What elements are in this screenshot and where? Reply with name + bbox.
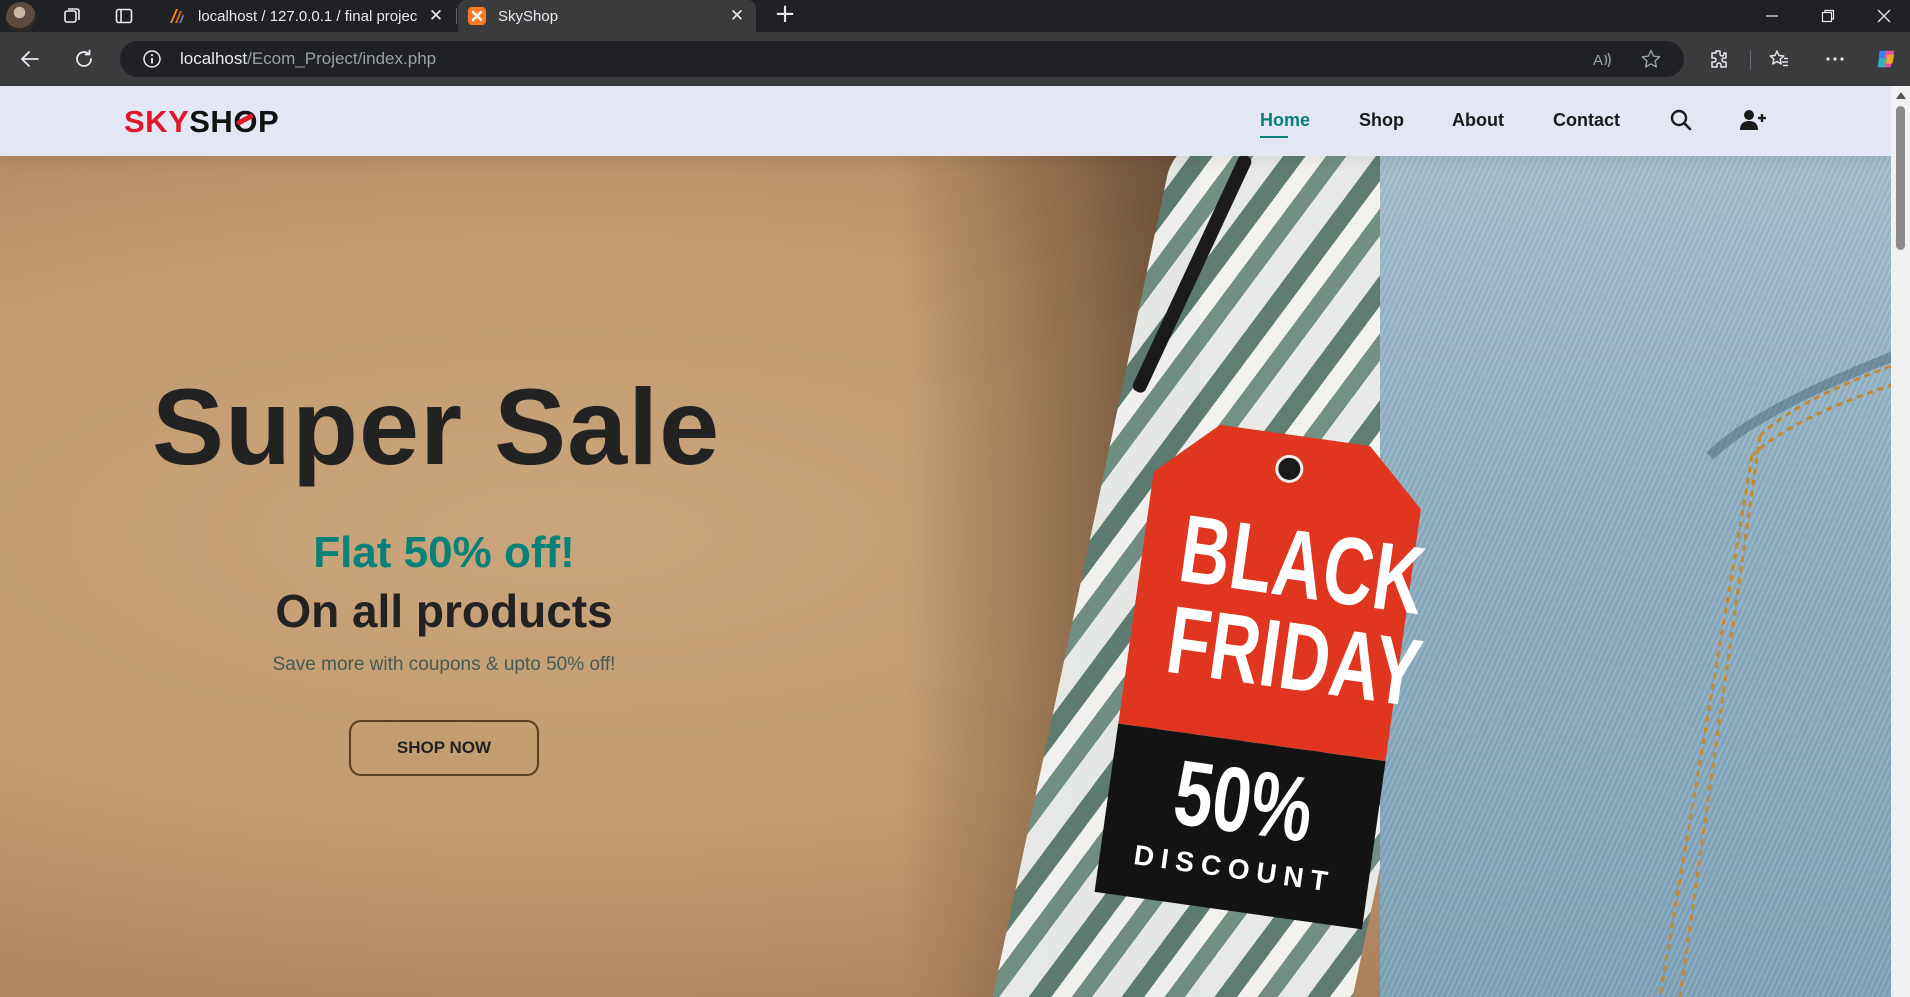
browser-toolbar: localhost/Ecom_Project/index.php A [0, 32, 1910, 86]
nav-about[interactable]: About [1452, 110, 1504, 131]
site-info-icon[interactable] [142, 49, 162, 69]
toolbar-separator [1750, 50, 1751, 70]
nav-shop[interactable]: Shop [1359, 110, 1404, 131]
hero-offer: Flat 50% off! [313, 528, 575, 577]
url-path: /Ecom_Project/index.php [247, 49, 437, 68]
refresh-icon[interactable] [72, 47, 96, 71]
more-options-icon[interactable] [1823, 47, 1847, 71]
url-host: localhost [180, 49, 248, 68]
browser-titlebar: localhost / 127.0.0.1 / final projec ✕ S… [0, 0, 1910, 32]
back-arrow-icon[interactable] [18, 47, 42, 71]
copilot-icon[interactable] [1874, 47, 1898, 71]
xampp-icon [468, 7, 486, 25]
skyshop-logo[interactable]: SKYSHOP [124, 104, 279, 140]
address-bar[interactable]: localhost/Ecom_Project/index.php A [120, 41, 1684, 77]
close-window-button[interactable] [1856, 0, 1910, 32]
denim-pocket-image [1380, 156, 1891, 997]
tab-close-icon[interactable]: ✕ [427, 6, 445, 26]
tab-close-icon[interactable]: ✕ [728, 6, 746, 26]
nav-active-underline [1260, 136, 1288, 138]
tab-title: SkyShop [498, 7, 559, 25]
scroll-up-arrow-icon[interactable] [1896, 92, 1906, 99]
search-icon[interactable] [1669, 108, 1695, 134]
profile-avatar[interactable] [6, 2, 36, 32]
site-header: SKYSHOP Home Shop About Contact [0, 86, 1891, 156]
restore-button[interactable] [1800, 0, 1856, 32]
tab-title: localhost / 127.0.0.1 / final projec [198, 7, 418, 25]
nav-contact[interactable]: Contact [1553, 110, 1620, 131]
favorites-icon[interactable] [1767, 47, 1791, 71]
workspaces-icon[interactable] [60, 4, 84, 28]
read-aloud-icon[interactable]: A [1592, 49, 1614, 71]
hero-headline: Super Sale [152, 366, 721, 487]
favorite-star-icon[interactable] [1640, 48, 1662, 70]
hero-sub-headline: On all products [275, 585, 613, 637]
minimize-button[interactable] [1744, 0, 1800, 32]
add-user-icon[interactable] [1739, 108, 1766, 134]
hero-tagline: Save more with coupons & upto 50% off! [272, 654, 616, 675]
phpmyadmin-icon [170, 9, 184, 23]
url-text[interactable]: localhost/Ecom_Project/index.php [180, 49, 436, 69]
page-viewport: SKYSHOP Home Shop About Contact BLACK FR… [0, 86, 1891, 997]
page-scrollbar[interactable] [1891, 86, 1910, 997]
shop-now-button[interactable]: SHOP NOW [349, 720, 539, 776]
svg-text:A: A [1593, 52, 1603, 69]
tab-actions-icon[interactable] [112, 4, 136, 28]
logo-shop-a: SH [189, 104, 234, 139]
tab-phpmyadmin[interactable]: localhost / 127.0.0.1 / final projec ✕ [158, 0, 457, 32]
extensions-icon[interactable] [1707, 47, 1731, 71]
scroll-thumb[interactable] [1896, 106, 1905, 250]
nav-home[interactable]: Home [1260, 110, 1310, 131]
logo-o-mark: O [233, 104, 258, 139]
hero-banner: BLACK FRIDAY 50% DISCOUNT Super Sale Fla… [0, 156, 1891, 997]
tab-skyshop[interactable]: SkyShop ✕ [458, 0, 756, 32]
logo-shop-b: P [257, 104, 280, 139]
new-tab-button[interactable]: + [772, 1, 798, 28]
logo-sky: SKY [124, 104, 190, 139]
